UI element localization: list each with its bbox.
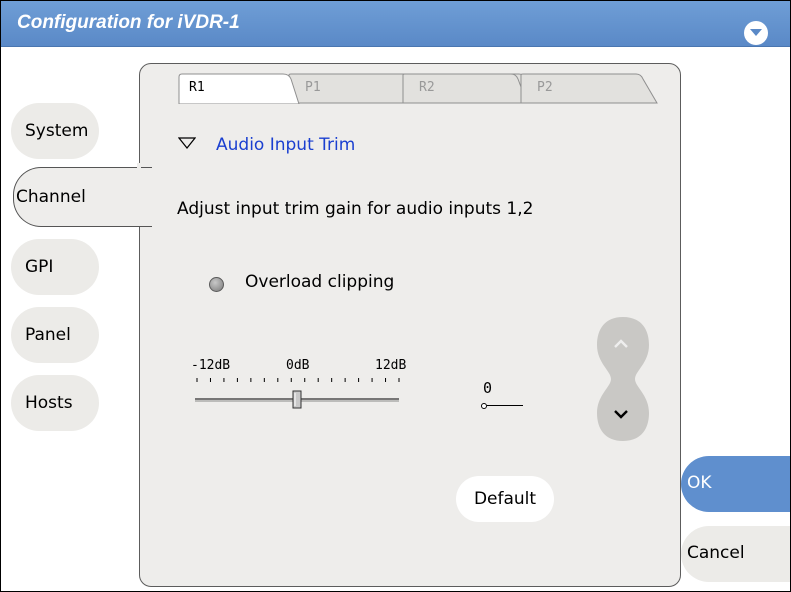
- tab-label: P2: [537, 80, 553, 95]
- tab-label: R1: [189, 80, 205, 95]
- value-marker: [481, 403, 487, 409]
- sidebar-item-system[interactable]: System: [11, 103, 99, 159]
- slider-ticks: [196, 378, 400, 382]
- tab-p2[interactable]: P2: [521, 73, 651, 103]
- default-button[interactable]: Default: [456, 476, 554, 522]
- sidebar-item-panel[interactable]: Panel: [11, 307, 99, 363]
- tab-r2[interactable]: R2: [403, 73, 513, 103]
- tab-p1[interactable]: P1: [289, 73, 399, 103]
- chevron-down-icon: [750, 29, 762, 36]
- overload-label: Overload clipping: [245, 272, 395, 292]
- trim-slider[interactable]: [191, 371, 411, 416]
- config-window: Configuration for iVDR-1 System GPI Pane…: [0, 0, 791, 592]
- ok-label: OK: [687, 473, 712, 493]
- ok-button[interactable]: OK: [681, 456, 790, 512]
- tab-label: P1: [305, 80, 321, 95]
- section-description: Adjust input trim gain for audio inputs …: [177, 199, 534, 219]
- sidebar-item-label: Panel: [25, 325, 71, 345]
- sidebar-item-hosts[interactable]: Hosts: [11, 375, 99, 431]
- title-bar: Configuration for iVDR-1: [1, 1, 790, 47]
- cancel-label: Cancel: [687, 543, 745, 563]
- sidebar-item-label: Hosts: [25, 393, 73, 413]
- cancel-button[interactable]: Cancel: [681, 526, 790, 582]
- value-underline: [487, 405, 523, 406]
- tab-label: R2: [419, 80, 435, 95]
- overload-indicator-icon: [209, 277, 224, 292]
- collapse-triangle-icon[interactable]: [178, 137, 196, 149]
- tab-r1[interactable]: R1: [173, 73, 293, 103]
- trim-value: 0: [483, 379, 493, 397]
- window-menu-button[interactable]: [744, 21, 768, 45]
- chevron-up-icon: [614, 339, 628, 348]
- sidebar-item-label: System: [25, 121, 89, 141]
- section-title[interactable]: Audio Input Trim: [216, 135, 355, 155]
- sidebar-item-channel[interactable]: Channel: [13, 167, 152, 227]
- increment-button[interactable]: [601, 323, 641, 363]
- decrement-button[interactable]: [601, 395, 641, 435]
- sidebar-item-gpi[interactable]: GPI: [11, 239, 99, 295]
- sidebar-item-label: GPI: [25, 257, 54, 277]
- sidebar-item-label: Channel: [16, 187, 86, 207]
- window-title: Configuration for iVDR-1: [17, 12, 240, 33]
- chevron-down-icon: [614, 410, 628, 419]
- slider-thumb[interactable]: [292, 390, 302, 409]
